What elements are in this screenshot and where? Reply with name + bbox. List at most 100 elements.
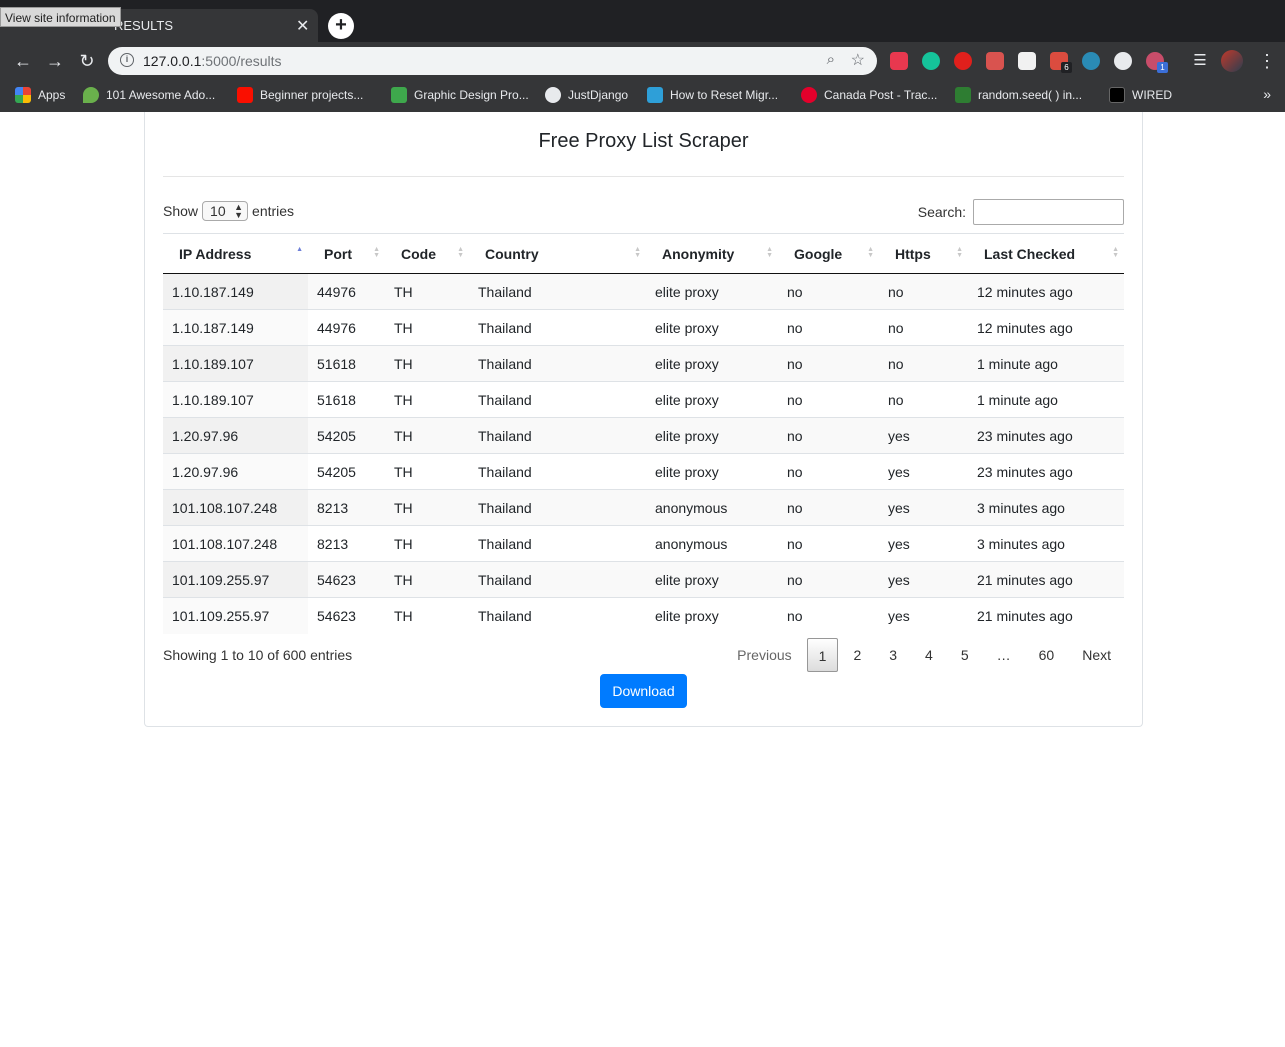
tab-close-icon[interactable]: ✕ [296,16,309,36]
cell-port: 51618 [308,381,385,418]
more-bookmarks-icon[interactable]: » [1263,86,1271,102]
cell-anonymity: elite proxy [655,283,719,300]
react-devtools-icon[interactable] [1082,52,1100,70]
pagination-page-2[interactable]: 2 [840,638,874,672]
table-row: 1.20.97.96 54205 TH Thailand elite proxy no ye… [163,417,1124,454]
apps-grid-icon [15,87,31,103]
pagination-page-4[interactable]: 4 [912,638,946,672]
column-header-anonymity[interactable]: Anonymity ▲ ▼ [646,233,778,274]
reading-list-icon[interactable]: ☰ [1189,50,1211,72]
cell-country: Thailand [478,283,532,300]
download-button[interactable]: Download [600,674,687,708]
adblock-extension-icon[interactable] [954,52,972,70]
grammarly-extension-icon[interactable] [922,52,940,70]
cell-port: 54205 [308,453,385,490]
cell-google: no [778,309,879,346]
search-input[interactable] [973,199,1124,225]
page-title: Free Proxy List Scraper [538,130,749,152]
bookmark-item[interactable]: Canada Post - Trac... [801,86,937,104]
shield-extension-icon[interactable] [986,52,1004,70]
github-extension-icon[interactable] [1114,52,1132,70]
pagination-previous[interactable]: Previous [724,638,804,672]
cell-country: Thailand [469,453,646,490]
column-header-country[interactable]: Country ▲ ▼ [469,233,646,274]
pagination-page-1[interactable]: 1 [806,638,839,672]
bookmark-item[interactable]: Graphic Design Pro... [391,86,529,104]
cell-country: Thailand [469,489,646,526]
cell-ip: 1.10.189.107 [163,345,308,382]
proxy-table: IP Address ▲ Port ▲ ▼ Code ▲ ▼ Country ▲ ▼ Anon… [163,233,1124,634]
plus-extension-icon[interactable] [1018,52,1036,70]
menu-icon[interactable]: ⋮ [1258,50,1276,72]
cell-google: no [778,489,879,526]
column-header-last-checked[interactable]: Last Checked ▲ ▼ [968,233,1124,274]
address-bar[interactable]: i 127.0.0.1:5000/results ⌕ ☆ [108,47,877,75]
cell-port: 54623 [308,561,385,598]
zoom-icon[interactable]: ⌕ [827,51,835,68]
table-body: 1.10.187.149 44976 TH Thailand elite proxy no… [163,273,1124,634]
pocket-extension-icon[interactable] [890,52,908,70]
site-info-tooltip: View site information [0,7,121,27]
column-header-code[interactable]: Code ▲ ▼ [385,233,469,274]
cell-code: TH [385,525,469,562]
bookmark-star-icon[interactable]: ☆ [851,50,865,70]
canada-post-icon [801,87,817,103]
cell-country: Thailand [469,597,646,634]
cell-google: no [778,561,879,598]
cell-https: no [888,283,904,300]
cell-country: Thailand [469,381,646,418]
url-text[interactable]: 127.0.0.1:5000/results [143,53,282,69]
back-button[interactable]: ← [12,50,34,72]
forward-button[interactable]: → [44,50,66,72]
sort-icon: ▲ ▼ [1112,246,1119,259]
pagination-next[interactable]: Next [1069,638,1124,672]
table-row: 101.109.255.97 54623 TH Thailand elite proxy… [163,561,1124,598]
bookmark-item[interactable]: WIRED [1109,86,1172,104]
bookmark-item[interactable]: How to Reset Migr... [647,86,778,104]
profile-avatar[interactable] [1221,50,1243,72]
cell-last-checked: 23 minutes ago [968,417,1124,454]
entries-per-page-select[interactable]: 10 ▲ ▼ [202,201,249,221]
cell-country: Thailand [469,561,646,598]
cell-ip: 101.108.107.248 [163,489,308,526]
bookmark-item[interactable]: JustDjango [545,86,628,104]
table-header-row: IP Address ▲ Port ▲ ▼ Code ▲ ▼ Country ▲ ▼ Anon… [163,233,1124,274]
pagination-page-3[interactable]: 3 [876,638,910,672]
pagination: Previous 1 2 3 4 5 … 60 Next [722,638,1124,672]
bookmark-item[interactable]: Beginner projects... [237,86,363,104]
select-arrows-icon: ▲ ▼ [234,202,244,220]
column-header-ip-address[interactable]: IP Address ▲ [163,233,308,274]
cell-anonymity: elite proxy [646,453,778,490]
cell-anonymity: elite proxy [646,309,778,346]
tab-title: RESULTS [114,18,173,33]
cell-https: yes [879,561,968,598]
table-row: 1.10.187.149 44976 TH Thailand elite proxy no… [163,273,1124,310]
entries-length-control: Show 10 ▲ ▼ entries [163,201,294,221]
column-header-https[interactable]: Https ▲ ▼ [879,233,968,274]
cell-code: TH [385,381,469,418]
table-search: Search: [918,199,1124,225]
bookmark-apps[interactable]: Apps [15,86,65,104]
cell-anonymity: elite proxy [646,561,778,598]
pagination-page-5[interactable]: 5 [948,638,982,672]
length-label-entries: entries [252,203,295,219]
cell-https: no [879,345,968,382]
pagination-page-60[interactable]: 60 [1026,638,1068,672]
new-tab-button[interactable]: + [328,13,354,39]
cell-last-checked: 21 minutes ago [968,561,1124,598]
column-header-google[interactable]: Google ▲ ▼ [778,233,879,274]
bookmark-item[interactable]: 101 Awesome Ado... [83,86,215,104]
column-header-port[interactable]: Port ▲ ▼ [308,233,385,274]
bookmark-item[interactable]: random.seed( ) in... [955,86,1082,104]
wired-icon [1109,87,1125,103]
cell-code: TH [385,597,469,634]
tracker-badge: 1 [1157,62,1168,73]
cell-code: TH [385,561,469,598]
cell-https: no [879,381,968,418]
cell-anonymity: elite proxy [646,381,778,418]
sort-icon: ▲ ▼ [956,246,963,259]
reload-button[interactable]: ↻ [76,50,98,72]
cell-country: Thailand [469,345,646,382]
site-info-icon[interactable]: i [120,53,134,67]
sort-ascending-icon: ▲ [296,246,303,253]
